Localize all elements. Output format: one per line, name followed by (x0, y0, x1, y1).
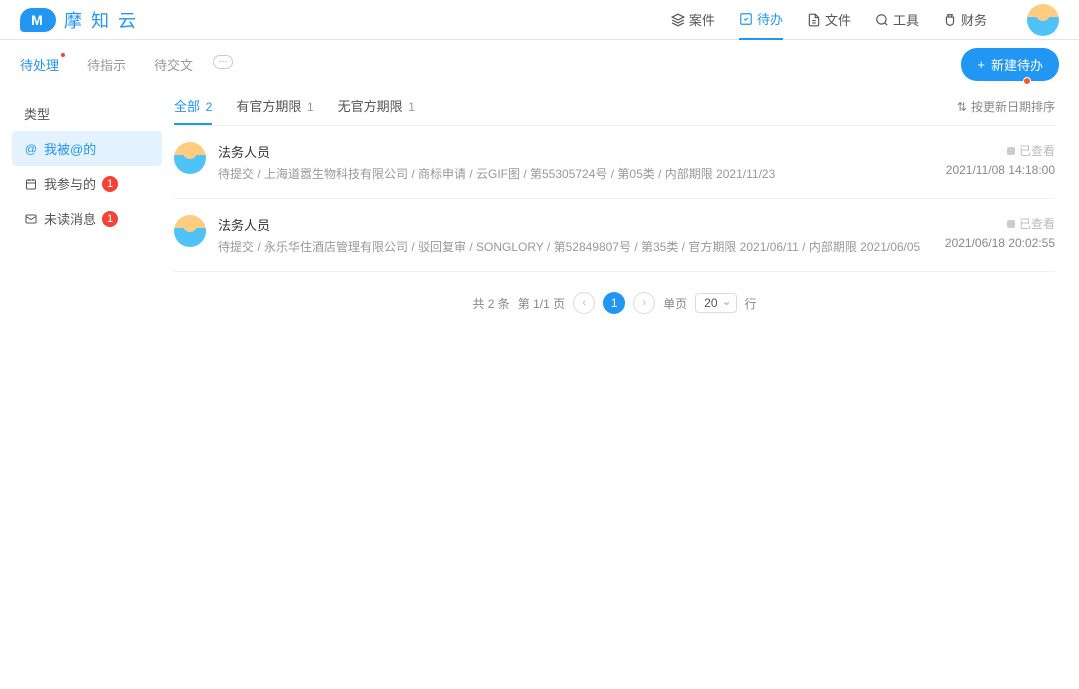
nav-cases[interactable]: 案件 (671, 0, 715, 39)
pagination: 共 2 条 第 1/1 页 ‹ 1 › 单页 20 行 (174, 272, 1055, 334)
user-avatar[interactable] (1027, 4, 1059, 36)
main: 全部 2 有官方期限 1 无官方期限 1 ⇅ 按更新日期排序 法务人员 待提交 (162, 88, 1067, 342)
filter-tabs: 全部 2 有官方期限 1 无官方期限 1 ⇅ 按更新日期排序 (174, 96, 1055, 126)
filter-has-deadline[interactable]: 有官方期限 1 (236, 96, 313, 125)
filter-no-deadline[interactable]: 无官方期限 1 (338, 96, 415, 125)
sort-button[interactable]: ⇅ 按更新日期排序 (957, 96, 1055, 125)
sidebar: 类型 @ 我被@的 我参与的 1 未读消息 1 (12, 88, 162, 342)
status-dot-icon (1007, 147, 1015, 155)
item-time: 2021/11/08 14:18:00 (946, 163, 1055, 177)
item-right: 已查看 2021/06/18 20:02:55 (945, 215, 1055, 250)
filter-all[interactable]: 全部 2 (174, 96, 212, 125)
list-item[interactable]: 法务人员 待提交 / 上海道嚣生物科技有限公司 / 商标申请 / 云GIF图 /… (174, 126, 1055, 199)
new-todo-button[interactable]: + 新建待办 (961, 48, 1059, 81)
more-tabs-button[interactable]: ⋯ (213, 55, 233, 69)
calendar-icon (24, 177, 38, 191)
plus-icon: + (977, 57, 985, 72)
nav-todo[interactable]: 待办 (739, 0, 783, 40)
nav-finance[interactable]: 财务 (943, 0, 987, 39)
list-item[interactable]: 法务人员 待提交 / 永乐华住酒店管理有限公司 / 驳回复审 / SONGLOR… (174, 199, 1055, 272)
sidebar-item-at-me[interactable]: @ 我被@的 (12, 131, 162, 166)
item-meta: 待提交 / 永乐华住酒店管理有限公司 / 驳回复审 / SONGLORY / 第… (218, 238, 933, 255)
item-avatar (174, 142, 206, 174)
check-square-icon (739, 12, 753, 26)
page-info: 第 1/1 页 (518, 295, 565, 312)
subtabs: 待处理 待指示 待交文 ⋯ (20, 55, 233, 74)
item-title: 法务人员 (218, 142, 934, 161)
sidebar-item-label: 我被@的 (44, 139, 96, 158)
top-nav: 案件 待办 文件 工具 财务 (671, 0, 1059, 40)
item-body: 法务人员 待提交 / 永乐华住酒店管理有限公司 / 驳回复审 / SONGLOR… (218, 215, 933, 255)
item-meta: 待提交 / 上海道嚣生物科技有限公司 / 商标申请 / 云GIF图 / 第553… (218, 165, 934, 182)
nav-tools[interactable]: 工具 (875, 0, 919, 39)
sort-icon: ⇅ (957, 100, 967, 114)
perpage-post: 行 (745, 295, 757, 312)
badge: 1 (102, 176, 118, 192)
nav-files[interactable]: 文件 (807, 0, 851, 39)
badge: 1 (102, 211, 118, 227)
todo-list: 法务人员 待提交 / 上海道嚣生物科技有限公司 / 商标申请 / 云GIF图 /… (174, 126, 1055, 272)
item-status: 已查看 (945, 215, 1055, 232)
at-icon: @ (24, 142, 38, 156)
item-time: 2021/06/18 20:02:55 (945, 236, 1055, 250)
sidebar-item-label: 未读消息 (44, 209, 96, 228)
sidebar-item-unread[interactable]: 未读消息 1 (12, 201, 162, 236)
layers-icon (671, 13, 685, 27)
next-page-button[interactable]: › (633, 292, 655, 314)
perpage-select[interactable]: 20 (695, 293, 736, 313)
total-count: 共 2 条 (472, 295, 509, 312)
money-bag-icon (943, 13, 957, 27)
subtab-instruct[interactable]: 待指示 (87, 55, 126, 74)
file-icon (807, 13, 821, 27)
page-number[interactable]: 1 (603, 292, 625, 314)
logo-icon: M (20, 8, 56, 32)
perpage-pre: 单页 (663, 295, 687, 312)
notification-dot (1023, 77, 1031, 85)
item-body: 法务人员 待提交 / 上海道嚣生物科技有限公司 / 商标申请 / 云GIF图 /… (218, 142, 934, 182)
header: M 摩 知 云 案件 待办 文件 工具 财务 (0, 0, 1079, 40)
logo[interactable]: M 摩 知 云 (20, 7, 138, 33)
content: 类型 @ 我被@的 我参与的 1 未读消息 1 全部 2 有官 (0, 88, 1079, 342)
notification-dot (61, 53, 65, 57)
status-dot-icon (1007, 220, 1015, 228)
search-icon (875, 13, 889, 27)
item-title: 法务人员 (218, 215, 933, 234)
subtab-pending[interactable]: 待处理 (20, 55, 59, 74)
brand-name: 摩 知 云 (64, 7, 138, 33)
prev-page-button[interactable]: ‹ (573, 292, 595, 314)
sidebar-item-participate[interactable]: 我参与的 1 (12, 166, 162, 201)
item-right: 已查看 2021/11/08 14:18:00 (946, 142, 1055, 177)
subheader: 待处理 待指示 待交文 ⋯ + 新建待办 (0, 40, 1079, 88)
mail-icon (24, 212, 38, 226)
subtab-submit[interactable]: 待交文 (154, 55, 193, 74)
sidebar-item-label: 我参与的 (44, 174, 96, 193)
sidebar-title: 类型 (12, 96, 162, 131)
item-status: 已查看 (946, 142, 1055, 159)
item-avatar (174, 215, 206, 247)
